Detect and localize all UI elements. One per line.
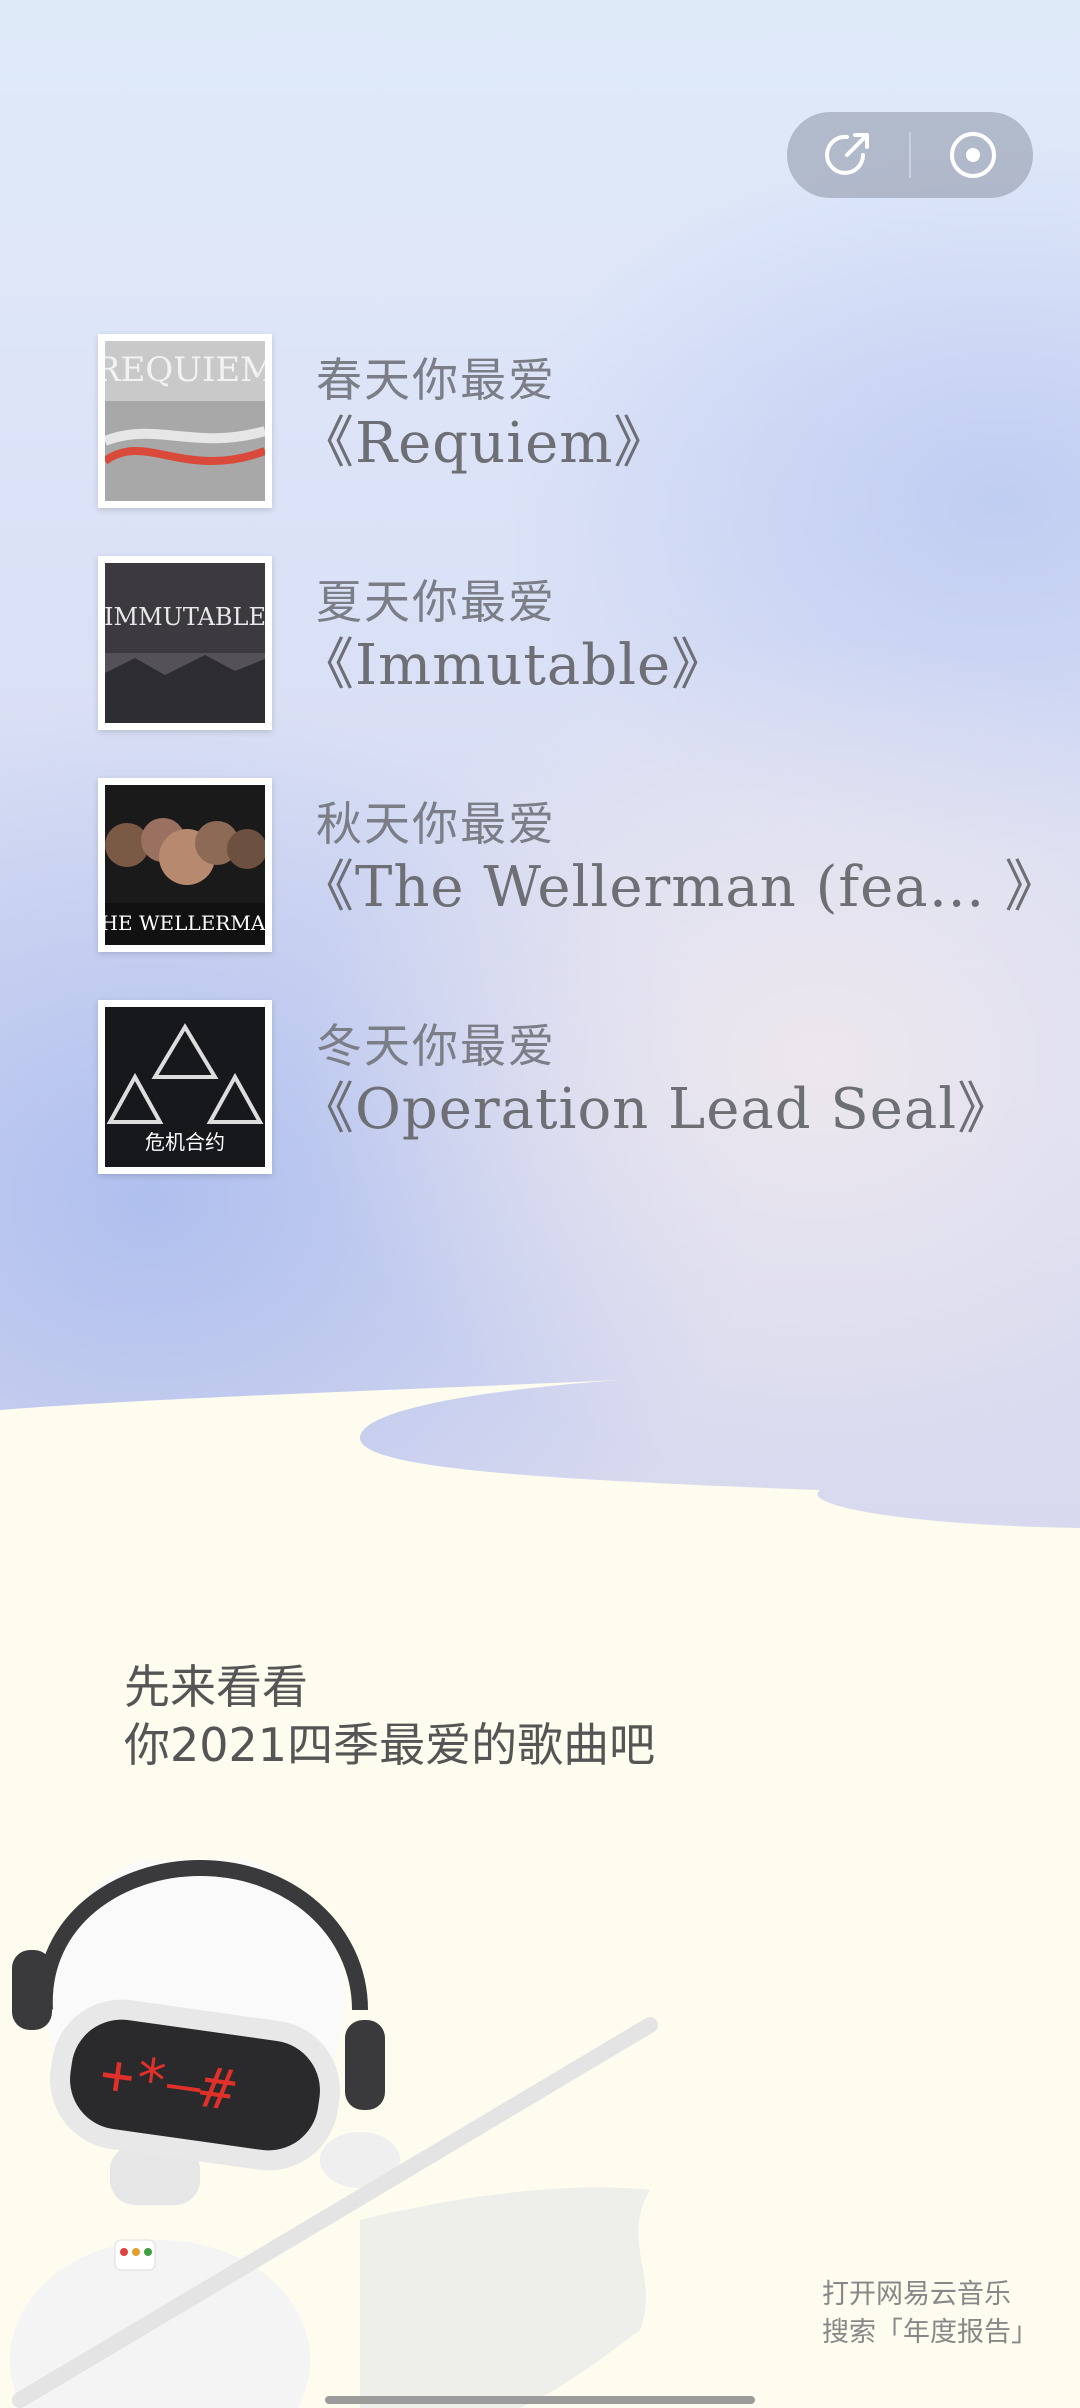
intro-text: 先来看看 你2021四季最爱的歌曲吧 — [124, 1658, 655, 1774]
album-cover-wellerman: THE WELLERMAN — [98, 778, 272, 952]
robot-mascot-illustration: +*—# — [10, 1860, 658, 2408]
song-title: 《Operation Lead Seal》 — [298, 1077, 1015, 1142]
home-indicator[interactable] — [325, 2396, 755, 2404]
close-button[interactable] — [913, 112, 1033, 198]
cover-text: 危机合约 — [145, 1130, 225, 1154]
song-title: 《Requiem》 — [298, 411, 671, 476]
song-title: 《Immutable》 — [298, 633, 729, 698]
intro-line-1: 先来看看 — [124, 1660, 308, 1714]
cover-text: REQUIEM — [105, 350, 265, 390]
capsule-divider — [909, 132, 911, 178]
song-title: 《The Wellerman (fea… 》 — [298, 855, 1062, 920]
promo-line-1: 打开网易云音乐 — [822, 2279, 1011, 2310]
promo-text: 打开网易云音乐 搜索「年度报告」 — [822, 2276, 1038, 2352]
share-button[interactable] — [787, 112, 907, 198]
album-cover-operation-lead-seal: 危机合约 — [98, 1000, 272, 1174]
mini-program-capsule — [787, 112, 1033, 198]
cover-text: IMMUTABLE — [105, 603, 265, 631]
song-item-winter[interactable]: 危机合约 冬天你最爱 《Operation Lead Seal》 — [98, 1000, 1013, 1176]
song-item-autumn[interactable]: THE WELLERMAN 秋天你最爱 《The Wellerman (fea…… — [98, 778, 1060, 954]
promo-line-2: 搜索「年度报告」 — [822, 2317, 1038, 2348]
song-item-summer[interactable]: IMMUTABLE 夏天你最爱 《Immutable》 — [98, 556, 998, 732]
record-target-icon — [950, 132, 996, 178]
share-arrow-icon — [825, 133, 869, 175]
intro-line-2: 你2021四季最爱的歌曲吧 — [124, 1718, 656, 1772]
album-cover-requiem: REQUIEM — [98, 334, 272, 508]
album-cover-immutable: IMMUTABLE — [98, 556, 272, 730]
song-item-spring[interactable]: REQUIEM 春天你最爱 《Requiem》 — [98, 334, 998, 510]
cover-text: THE WELLERMAN — [105, 911, 265, 935]
